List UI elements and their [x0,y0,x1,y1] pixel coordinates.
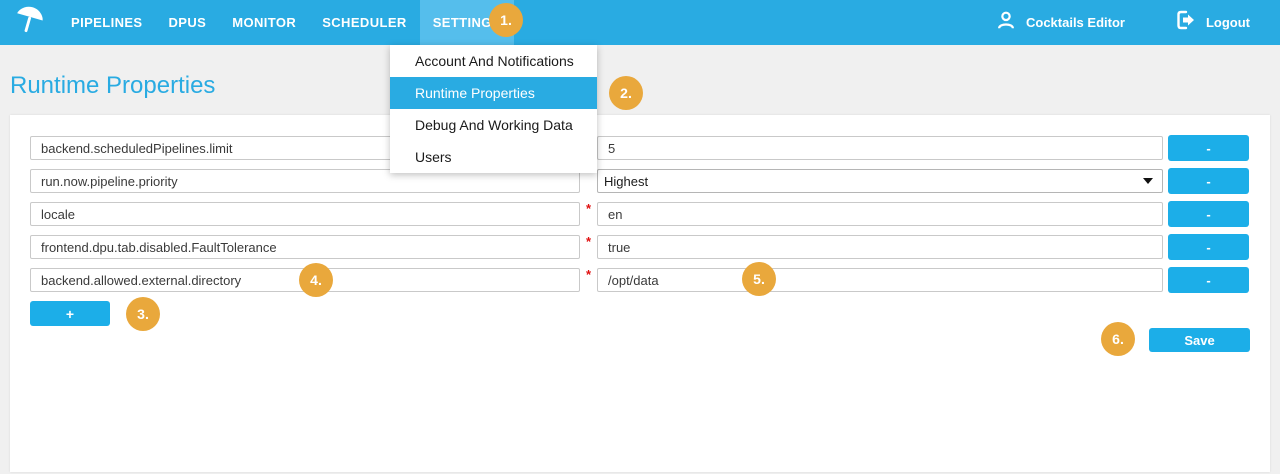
remove-row-button[interactable]: - [1168,168,1249,194]
property-row: * - [30,268,1250,292]
required-marker: * [580,235,597,248]
property-key-input[interactable] [30,202,580,226]
remove-row-button[interactable]: - [1168,267,1249,293]
add-row-button[interactable]: + [30,301,110,326]
remove-row-button[interactable]: - [1168,234,1249,260]
nav-menu: PIPELINES DPUS MONITOR SCHEDULER SETTING… [58,0,514,45]
user-icon [995,9,1017,36]
property-row: - [30,136,1250,160]
annotation-badge-6: 6. [1101,322,1135,356]
nav-item-pipelines[interactable]: PIPELINES [58,0,156,45]
remove-row-button[interactable]: - [1168,135,1249,161]
menu-item-runtime-properties[interactable]: Runtime Properties [390,77,597,109]
property-key-input[interactable] [30,235,580,259]
property-row: * - [30,202,1250,226]
nav-item-scheduler[interactable]: SCHEDULER [309,0,420,45]
nav-item-dpus[interactable]: DPUS [156,0,220,45]
page-title: Runtime Properties [10,72,215,100]
annotation-badge-2: 2. [609,76,643,110]
umbrella-logo-icon [11,2,47,43]
settings-dropdown-menu: Account And Notifications Runtime Proper… [390,45,597,173]
menu-item-users[interactable]: Users [390,141,597,173]
runtime-properties-panel: - Highest - * - * - * - + Save [10,115,1270,472]
current-user[interactable]: Cocktails Editor [995,9,1125,36]
nav-item-monitor[interactable]: MONITOR [219,0,309,45]
menu-item-account-and-notifications[interactable]: Account And Notifications [390,45,597,77]
annotation-badge-1: 1. [489,3,523,37]
logout-label: Logout [1206,15,1250,30]
required-marker: * [580,268,597,281]
top-navbar: PIPELINES DPUS MONITOR SCHEDULER SETTING… [0,0,1280,45]
required-marker: * [580,202,597,215]
annotation-badge-3: 3. [126,297,160,331]
property-row: * - [30,235,1250,259]
chevron-down-icon [1143,178,1153,184]
annotation-badge-5: 5. [742,262,776,296]
property-value-input[interactable] [597,202,1163,226]
save-button[interactable]: Save [1149,328,1250,352]
property-value-select[interactable]: Highest [597,169,1163,193]
property-value-input[interactable] [597,235,1163,259]
property-row: Highest - [30,169,1250,193]
property-value-input[interactable] [597,268,1163,292]
annotation-badge-4: 4. [299,263,333,297]
save-row: Save [30,328,1250,352]
user-name-label: Cocktails Editor [1026,15,1125,30]
navbar-right: Cocktails Editor Logout [995,0,1280,45]
remove-row-button[interactable]: - [1168,201,1249,227]
property-value-input[interactable] [597,136,1163,160]
selected-option-label: Highest [604,174,648,189]
menu-item-debug-and-working-data[interactable]: Debug And Working Data [390,109,597,141]
logout-button[interactable]: Logout [1173,8,1250,37]
logout-icon [1173,8,1197,37]
app-logo[interactable] [0,0,58,45]
